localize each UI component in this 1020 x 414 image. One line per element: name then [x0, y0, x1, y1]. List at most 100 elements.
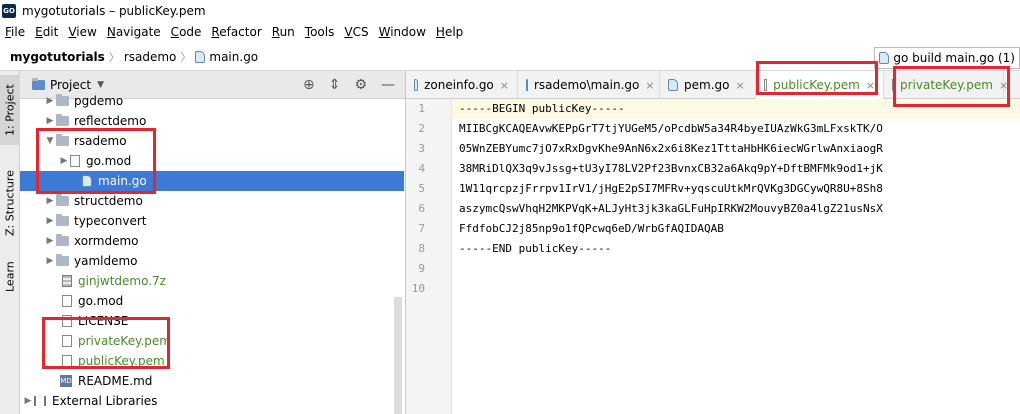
project-tool-tab[interactable]: 1: Project: [0, 75, 20, 145]
project-folder-icon: [32, 77, 45, 90]
expand-arrow-icon[interactable]: ▶: [44, 216, 56, 226]
menu-help[interactable]: Help: [431, 25, 468, 39]
learn-tool-tab[interactable]: Learn: [0, 257, 20, 297]
folder-icon: [56, 254, 69, 266]
menu-code[interactable]: Code: [166, 25, 207, 39]
line-number: 5: [418, 182, 425, 195]
tree-item-ginjwtdemo-7z[interactable]: ginjwtdemo.7z: [20, 271, 404, 291]
tab-zoneinfo-go[interactable]: zoneinfo.go ×: [406, 71, 518, 99]
tool-window-stripe: 1: Project Z: Structure Learn: [0, 71, 20, 414]
project-scrollbar[interactable]: [394, 297, 402, 414]
menu-file[interactable]: File: [0, 25, 30, 39]
code-line: 05WnZEBYumc7jO7xRxDgvKhe9AnN6x2x6i8Kez1T…: [459, 142, 883, 155]
go-file-icon: [526, 79, 528, 91]
menu-window[interactable]: Window: [374, 25, 431, 39]
close-icon[interactable]: ×: [645, 79, 654, 92]
go-file-icon: [879, 52, 890, 64]
menu-bar: File Edit View Navigate Code Refactor Ru…: [0, 22, 1020, 42]
window-title: mygotutorials – publicKey.pem: [22, 4, 206, 18]
code-line: 38MRiDlQX3q9vJssg+tU3yI78LV2Pf23BvnxCB32…: [459, 162, 883, 175]
code-line: MIIBCgKCAQEAvwKEPpGrT7tjYUGeM5/oPcdbW5a3…: [459, 122, 883, 135]
code-line: aszymcQswVhqH2MKPVqK+ALJyHt3jk3kaGLFuHpI…: [459, 202, 883, 215]
go-file-icon: [668, 79, 678, 91]
expand-arrow-icon[interactable]: ▶: [44, 236, 56, 246]
tree-item-label: yamldemo: [74, 254, 138, 268]
folder-icon: [56, 94, 69, 106]
folder-icon: [56, 194, 69, 206]
tab-label: rsademo\main.go: [534, 78, 640, 92]
code-line: 1W11qrcpzjFrrpv1IrV1/jHgE2pSI7MFRv+yqscu…: [459, 182, 883, 195]
expand-arrow-icon[interactable]: ▶: [22, 396, 34, 406]
tree-item-readme-md[interactable]: MD README.md: [20, 371, 404, 391]
menu-tools[interactable]: Tools: [300, 25, 340, 39]
line-number: 8: [418, 242, 425, 255]
expand-arrow-icon[interactable]: ▶: [44, 256, 56, 266]
breadcrumb-project[interactable]: mygotutorials: [0, 50, 109, 64]
close-icon[interactable]: ×: [735, 79, 744, 92]
code-line: -----END publicKey-----: [459, 242, 612, 255]
tree-item-label: pgdemo: [74, 94, 124, 108]
line-number: 7: [418, 222, 425, 235]
archive-icon: [62, 275, 72, 287]
code-line: -----BEGIN publicKey-----: [459, 102, 625, 115]
structure-tool-tab[interactable]: Z: Structure: [0, 163, 20, 243]
go-file-icon: [195, 51, 206, 63]
menu-navigate[interactable]: Navigate: [102, 25, 166, 39]
project-panel-title[interactable]: Project: [50, 78, 91, 92]
line-number: 6: [418, 202, 425, 215]
menu-run[interactable]: Run: [267, 25, 300, 39]
line-number: 1: [418, 102, 425, 115]
line-number: 9: [418, 262, 425, 275]
tree-item-external-libraries[interactable]: ▶ External Libraries: [20, 391, 404, 411]
line-number: 2: [418, 122, 425, 135]
chevron-down-icon[interactable]: ▼: [97, 80, 104, 90]
breadcrumb-folder[interactable]: rsademo: [120, 50, 181, 64]
tree-item-label: README.md: [78, 374, 153, 388]
expand-arrow-icon[interactable]: ▶: [44, 116, 56, 126]
tree-item-label: ginjwtdemo.7z: [78, 274, 166, 288]
annotation-box-rsademo: [36, 128, 156, 194]
tree-item-label: typeconvert: [74, 214, 147, 228]
line-number: 3: [418, 142, 425, 155]
annotation-box-pem-files: [42, 317, 170, 369]
go-file-icon: [414, 79, 419, 91]
line-number-gutter: 1 2 3 4 5 6 7 8 9 10: [406, 99, 452, 414]
line-number: 10: [411, 282, 425, 295]
tab-pem-go[interactable]: pem.go ×: [660, 71, 756, 99]
breadcrumb-file[interactable]: main.go: [191, 50, 262, 64]
learn-tool-tab-label: Learn: [3, 261, 17, 293]
menu-edit[interactable]: Edit: [30, 25, 63, 39]
tree-item-label: structdemo: [74, 194, 143, 208]
tree-item-go-mod[interactable]: go.mod: [20, 291, 404, 311]
expand-arrow-icon[interactable]: ▶: [44, 96, 56, 106]
run-configuration-label: go build main.go (1): [893, 51, 1015, 65]
breadcrumb-separator-icon: 〉: [180, 51, 192, 64]
code-editor[interactable]: -----BEGIN publicKey----- MIIBCgKCAQEAvw…: [459, 99, 1020, 414]
folder-icon: [56, 234, 69, 246]
close-icon[interactable]: ×: [500, 79, 509, 92]
breadcrumb-separator-icon: 〉: [108, 51, 120, 64]
tree-item-yamldemo[interactable]: ▶ yamldemo: [20, 251, 404, 271]
expand-arrow-icon[interactable]: ▶: [44, 196, 56, 206]
title-bar: GO mygotutorials – publicKey.pem: [0, 0, 1020, 22]
tree-item-xormdemo[interactable]: ▶ xormdemo: [20, 231, 404, 251]
tree-item-structdemo[interactable]: ▶ structdemo: [20, 191, 404, 211]
folder-icon: [56, 114, 69, 126]
annotation-box-privatekey-tab: [893, 66, 1010, 107]
structure-tool-tab-label: Z: Structure: [3, 170, 17, 236]
folder-icon: [56, 214, 69, 226]
code-line: FfdfobCJ2j85np9o1fQPcwq6eD/WrbGfAQIDAQAB: [459, 222, 724, 235]
menu-vcs[interactable]: VCS: [339, 25, 373, 39]
tab-label: zoneinfo.go: [424, 78, 494, 92]
menu-view[interactable]: View: [63, 25, 101, 39]
breadcrumb-file-label: main.go: [209, 50, 259, 64]
tree-item-typeconvert[interactable]: ▶ typeconvert: [20, 211, 404, 231]
goland-logo-icon: GO: [2, 4, 16, 18]
tab-label: pem.go: [684, 78, 730, 92]
tab-rsademo-main-go[interactable]: rsademo\main.go ×: [518, 71, 660, 99]
tree-item-label: reflectdemo: [74, 114, 147, 128]
menu-refactor[interactable]: Refactor: [206, 25, 266, 39]
library-icon: [34, 396, 46, 406]
tree-item-pgdemo[interactable]: ▶ pgdemo: [20, 91, 404, 111]
markdown-file-icon: MD: [60, 375, 72, 387]
